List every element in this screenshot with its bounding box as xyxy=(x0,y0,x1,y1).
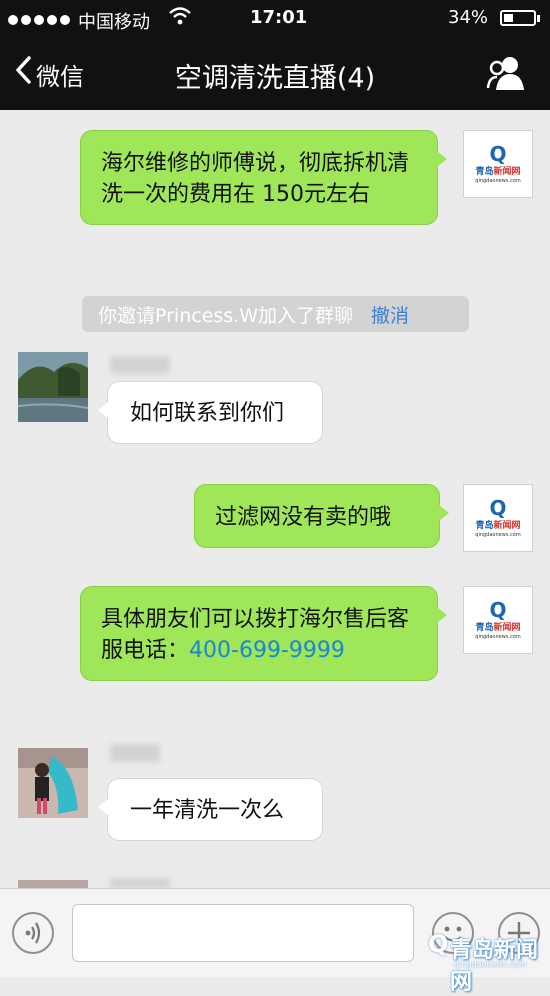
outgoing-message[interactable]: 具体朋友们可以拨打海尔售后客服电话：400-699-9999 xyxy=(80,586,447,681)
group-members-button[interactable] xyxy=(484,52,528,96)
message-text: 如何联系到你们 xyxy=(130,401,285,426)
logo-q-icon: Q xyxy=(489,141,507,166)
undo-link[interactable]: 撤消 xyxy=(371,301,409,328)
watermark: Q 青岛新闻网 qingdaonews.com xyxy=(428,930,550,995)
logo-q-icon: Q xyxy=(489,597,507,622)
battery-icon xyxy=(500,10,540,26)
signal-strength-icon xyxy=(8,9,73,30)
voice-input-button[interactable] xyxy=(12,912,54,954)
carrier-name: 中国移动 xyxy=(78,12,150,33)
message-input[interactable] xyxy=(72,904,414,962)
avatar[interactable] xyxy=(18,748,88,818)
avatar[interactable] xyxy=(18,880,88,888)
outgoing-message[interactable]: 过滤网没有卖的哦 xyxy=(194,484,449,548)
voice-icon xyxy=(25,922,41,944)
incoming-message[interactable]: 如何联系到你们 xyxy=(98,381,323,444)
battery-percent: 34% xyxy=(448,7,489,28)
avatar[interactable]: Q 青岛新闻网 qingdaonews.com xyxy=(463,484,533,552)
people-icon xyxy=(486,57,524,90)
watermark-logo-icon: Q xyxy=(428,930,449,958)
avatar[interactable]: Q 青岛新闻网 qingdaonews.com xyxy=(463,586,533,654)
system-notice: 你邀请Princess.W加入了群聊 撤消 xyxy=(82,296,469,332)
avatar[interactable] xyxy=(17,352,89,422)
message-text: 过滤网没有卖的哦 xyxy=(215,505,392,530)
status-bar: 中国移动 17:01 34% xyxy=(0,0,550,38)
outgoing-message[interactable]: 海尔维修的师傅说，彻底拆机清洗一次的费用在 150元左右 xyxy=(80,130,447,225)
nav-bar: 微信 空调清洗直播(4) xyxy=(0,38,550,110)
incoming-message[interactable]: 一年清洗一次么 xyxy=(98,778,323,841)
chat-title: 空调清洗直播(4) xyxy=(174,63,376,94)
sender-name-blurred xyxy=(110,356,170,374)
system-notice-text: 你邀请Princess.W加入了群聊 xyxy=(98,304,354,327)
watermark-url: qingdaonews.com xyxy=(454,960,527,969)
sender-name-blurred xyxy=(110,744,160,762)
message-text: 海尔维修的师傅说，彻底拆机清洗一次的费用在 150元左右 xyxy=(101,151,410,207)
clock-time: 17:01 xyxy=(250,7,308,28)
wifi-icon xyxy=(168,6,192,31)
avatar[interactable]: Q 青岛新闻网 qingdaonews.com xyxy=(463,130,533,198)
phone-link[interactable]: 400-699-9999 xyxy=(189,638,345,663)
sender-name-blurred xyxy=(110,878,170,888)
logo-q-icon: Q xyxy=(489,495,507,520)
message-text: 一年清洗一次么 xyxy=(130,798,285,823)
